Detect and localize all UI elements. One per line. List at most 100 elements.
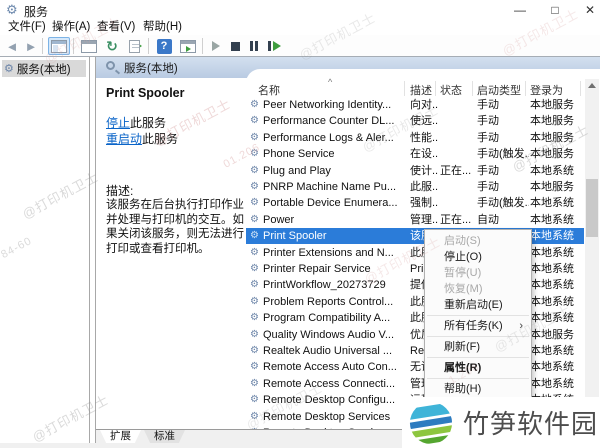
cell-name: Peer Networking Identity... bbox=[263, 99, 392, 111]
forward-arrow-icon[interactable]: ► bbox=[23, 37, 39, 55]
service-row[interactable]: ⚙Quality Windows Audio V...优质...本地服务 bbox=[246, 327, 584, 343]
menu-file[interactable]: 文件(F) bbox=[8, 20, 46, 35]
services-app-icon: ⚙ bbox=[6, 2, 18, 17]
context-menu-item[interactable]: 属性(R) bbox=[425, 360, 531, 376]
context-menu: 启动(S) 停止(O) 暂停(U) 恢复(M) 重新启动(E) 所有任务(K) › 刷新(F)… bbox=[424, 229, 532, 401]
service-row[interactable]: ⚙PrintWorkflow_20273729提供...本地系统 bbox=[246, 277, 584, 293]
context-menu-item[interactable]: 帮助(H) bbox=[425, 381, 531, 397]
column-separator[interactable] bbox=[580, 81, 581, 96]
service-gear-icon: ⚙ bbox=[250, 295, 259, 307]
toolbar-separator bbox=[42, 38, 43, 54]
service-row[interactable]: ⚙ Phone Service 在设... 手动(触发... 本地服务 bbox=[246, 146, 584, 162]
cell-name: Plug and Play bbox=[263, 164, 331, 177]
service-gear-icon: ⚙ bbox=[250, 377, 259, 389]
cell-logon-as: 本地系统 bbox=[530, 230, 574, 243]
service-row[interactable]: ⚙ Power 管理... 正在... 自动 本地系统 bbox=[246, 212, 584, 228]
service-row[interactable]: ⚙Print Spooler该服...本地系统 bbox=[246, 228, 584, 245]
service-row[interactable]: ⚙ Realtek Audio Universal ... Re... 本地系统 bbox=[246, 343, 584, 359]
service-row[interactable]: ⚙ PNRP Machine Name Pu... 此服... 手动 本地服务 bbox=[246, 179, 584, 195]
column-header-4[interactable]: 登录为 bbox=[530, 82, 563, 98]
cell-status: 正在... bbox=[440, 164, 472, 177]
menu-separator bbox=[427, 315, 529, 316]
service-gear-icon: ⚙ bbox=[250, 131, 259, 143]
restart-service-icon[interactable] bbox=[265, 37, 283, 55]
restart-service-link[interactable]: 重启动 bbox=[106, 132, 142, 146]
scrollbar-thumb[interactable] bbox=[586, 179, 598, 237]
column-header-2[interactable]: 状态 bbox=[440, 82, 462, 98]
service-row[interactable]: ⚙Printer Extensions and N...此服...本地系统 bbox=[246, 245, 584, 261]
service-row[interactable]: ⚙Remote Access Connecti...管理...本地系统 bbox=[246, 376, 584, 392]
close-button[interactable]: ✕ bbox=[575, 1, 600, 19]
context-menu-item[interactable]: 刷新(F) bbox=[425, 339, 531, 355]
menu-action[interactable]: 操作(A) bbox=[52, 20, 90, 35]
service-info-pane: Print Spooler 停止此服务 重启动此服务 描述: 该服务在后台执行打… bbox=[96, 78, 246, 429]
cell-description: 使远... bbox=[410, 115, 439, 128]
service-row[interactable]: ⚙ Peer Networking Identity... 向对... 手动 本地服务 bbox=[246, 97, 584, 113]
column-separator[interactable] bbox=[404, 81, 405, 96]
cell-startup-type: 手动 bbox=[477, 115, 499, 128]
cell-name: PrintWorkflow_20273729 bbox=[263, 279, 386, 292]
menu-view[interactable]: 查看(V) bbox=[97, 20, 135, 35]
context-menu-item: 启动(S) bbox=[444, 235, 481, 247]
cell-description: 使计... bbox=[410, 164, 439, 177]
cell-logon-as: 本地系统 bbox=[530, 295, 574, 308]
service-gear-icon: ⚙ bbox=[250, 263, 259, 274]
context-menu-item: 暂停(U) bbox=[444, 267, 482, 279]
context-menu-item[interactable]: 所有任务(K) › bbox=[425, 318, 531, 334]
sort-ascending-icon: ^ bbox=[328, 77, 333, 87]
column-header-0[interactable]: 名称 bbox=[258, 82, 280, 98]
cell-startup-type: 手动 bbox=[477, 99, 499, 111]
service-row[interactable]: ⚙ Plug and Play 使计... 正在... 手动 本地系统 bbox=[246, 163, 584, 179]
stop-service-link[interactable]: 停止 bbox=[106, 116, 130, 130]
tree-node-label: 服务(本地) bbox=[16, 63, 71, 76]
selected-service-title: Print Spooler bbox=[106, 86, 185, 100]
cell-name: Printer Repair Service bbox=[263, 263, 371, 275]
cell-description: 向对... bbox=[410, 99, 439, 111]
minimize-button[interactable]: — bbox=[505, 1, 535, 19]
service-row[interactable]: ⚙Problem Reports Control...此服...本地系统 bbox=[246, 294, 584, 310]
maximize-button[interactable]: □ bbox=[540, 1, 570, 19]
column-header-1[interactable]: 描述 bbox=[410, 82, 432, 98]
export-list-icon[interactable] bbox=[125, 37, 145, 55]
service-row[interactable]: ⚙ Printer Repair Service Pri... 本地系统 bbox=[246, 261, 584, 277]
toolbar: ◄ ► ↻? bbox=[0, 35, 600, 57]
vertical-scrollbar[interactable] bbox=[585, 79, 599, 429]
column-separator[interactable] bbox=[525, 81, 526, 96]
cell-startup-type: 手动(触发... bbox=[477, 197, 529, 210]
cell-logon-as: 本地系统 bbox=[530, 164, 574, 177]
tab-standard[interactable]: 标准 bbox=[144, 430, 185, 443]
pause-service-icon[interactable] bbox=[246, 37, 262, 55]
show-action-pane-icon[interactable] bbox=[177, 37, 199, 55]
column-separator[interactable] bbox=[435, 81, 436, 96]
tree-node-services-local[interactable]: ⚙ 服务(本地) bbox=[2, 60, 86, 77]
service-row[interactable]: ⚙Program Compatibility A...此服...本地系统 bbox=[246, 310, 584, 326]
context-menu-item[interactable]: 重新启动(E) bbox=[425, 297, 531, 313]
show-console-tree-icon[interactable] bbox=[48, 37, 70, 55]
service-row[interactable]: ⚙Remote Access Auto Con...无论...本地系统 bbox=[246, 359, 584, 375]
help-icon[interactable]: ? bbox=[154, 37, 174, 55]
cell-logon-as: 本地系统 bbox=[530, 263, 574, 275]
service-gear-icon: ⚙ bbox=[250, 148, 259, 160]
service-row[interactable]: ⚙ Performance Logs & Aler... 性能... 手动 本地服务 bbox=[246, 130, 584, 146]
column-separator[interactable] bbox=[472, 81, 473, 96]
tab-extended[interactable]: 扩展 bbox=[100, 430, 141, 443]
toolbar-separator bbox=[148, 38, 149, 54]
service-row[interactable]: ⚙ Performance Counter DL... 使远... 手动 本地服务 bbox=[246, 113, 584, 129]
service-gear-icon: ⚙ bbox=[250, 312, 259, 324]
start-service-icon[interactable] bbox=[208, 37, 224, 55]
stop-service-icon[interactable] bbox=[227, 37, 243, 55]
scroll-up-icon[interactable] bbox=[588, 83, 596, 88]
menu-help[interactable]: 帮助(H) bbox=[143, 20, 182, 35]
context-menu-item[interactable]: 停止(O) bbox=[425, 249, 531, 265]
service-gear-icon: ⚙ bbox=[250, 213, 259, 225]
cell-status: 正在... bbox=[440, 213, 472, 226]
band-title: 服务(本地) bbox=[124, 63, 178, 75]
refresh-icon[interactable]: ↻ bbox=[102, 37, 122, 55]
window-title: 服务 bbox=[24, 5, 49, 19]
column-header-3[interactable]: 启动类型 bbox=[477, 82, 521, 98]
description-text: 该服务在后台执行打印作业并处理与打印机的交互。如果关闭该服务，则无法进行打印或查… bbox=[106, 199, 244, 255]
cell-logon-as: 本地服务 bbox=[530, 131, 574, 144]
back-arrow-icon[interactable]: ◄ bbox=[4, 37, 20, 55]
properties-window-icon[interactable] bbox=[79, 37, 99, 55]
service-row[interactable]: ⚙ Portable Device Enumera... 强制... 手动(触发...… bbox=[246, 195, 584, 211]
